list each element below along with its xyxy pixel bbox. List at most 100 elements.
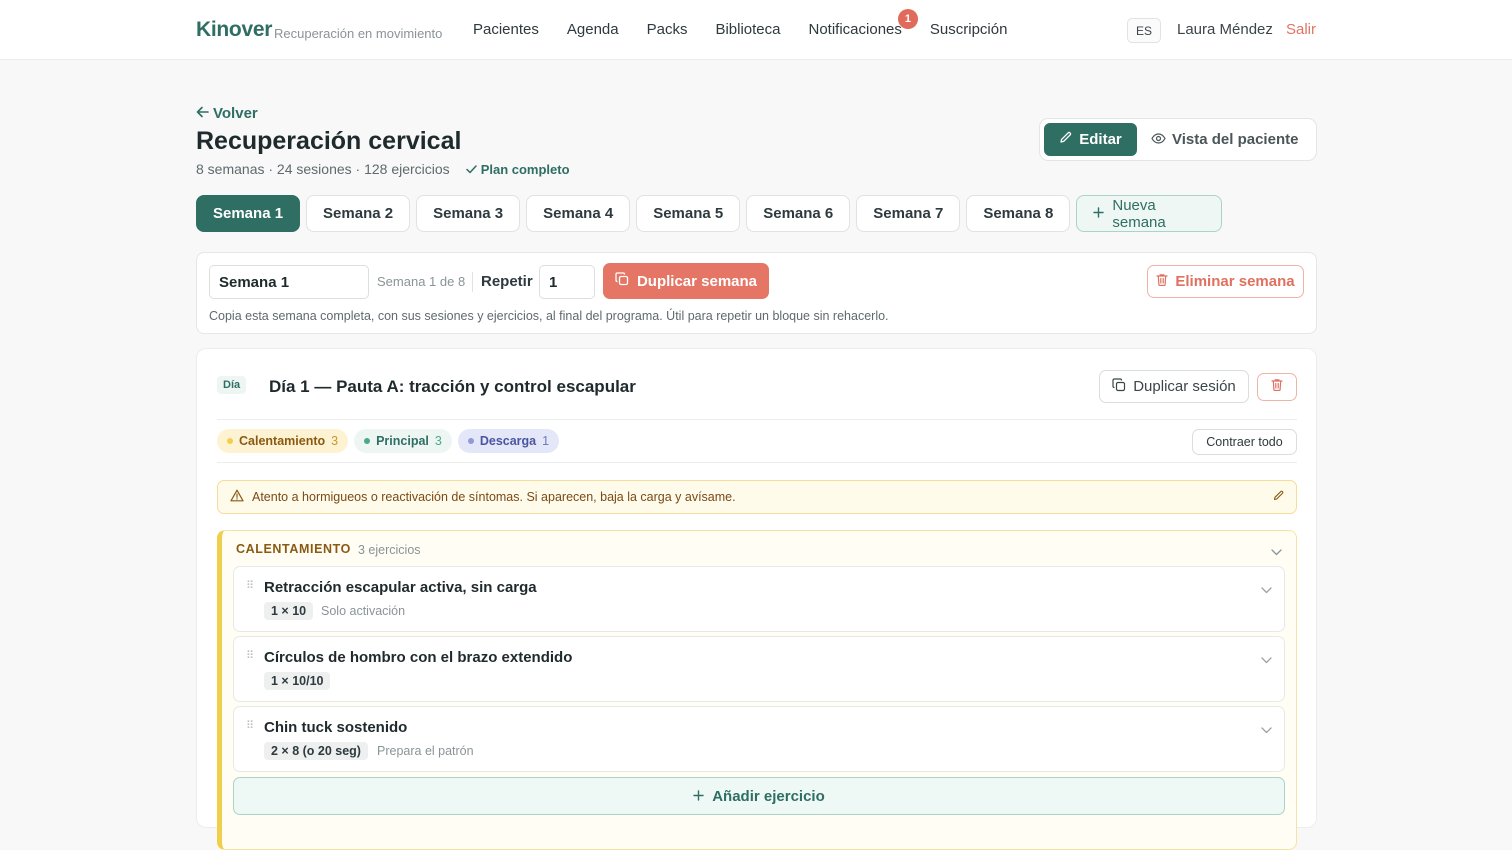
nav-item-biblioteca[interactable]: Biblioteca xyxy=(715,21,780,38)
drag-handle-icon[interactable]: ⠿ xyxy=(246,651,255,662)
edit-note-icon[interactable] xyxy=(1273,490,1284,504)
repeat-input[interactable]: 1 xyxy=(539,265,595,299)
collapse-all-button[interactable]: Contraer todo xyxy=(1192,429,1297,455)
language-selector[interactable]: ES xyxy=(1127,18,1161,43)
delete-week-label: Eliminar semana xyxy=(1175,273,1295,290)
patient-view-button[interactable]: Vista del paciente xyxy=(1151,131,1298,148)
check-icon xyxy=(465,162,477,177)
exercise-block-calentamiento: CALENTAMIENTO 3 ejercicios ⠿ Retracción … xyxy=(217,530,1297,850)
block-count: 3 ejercicios xyxy=(358,543,421,557)
nav-item-agenda[interactable]: Agenda xyxy=(567,21,619,38)
divider xyxy=(217,462,1297,463)
duplicate-week-label: Duplicar semana xyxy=(636,272,758,290)
week-toolbar: Semana 1 Semana 1 de 8 Repetir 1 Duplica… xyxy=(196,252,1317,334)
chevron-down-icon[interactable] xyxy=(1261,651,1272,669)
pencil-icon xyxy=(1059,131,1072,148)
week-tabs: Semana 1 Semana 2 Semana 3 Semana 4 Sema… xyxy=(196,195,1223,232)
nav-item-notificaciones[interactable]: Notificaciones 1 xyxy=(808,9,918,38)
delete-week-button[interactable]: Eliminar semana xyxy=(1147,265,1304,298)
chevron-down-icon[interactable] xyxy=(1261,721,1272,739)
duplicate-session-label: Duplicar sesión xyxy=(1133,378,1236,395)
plan-meta: 8 semanas · 24 sesiones · 128 ejercicios… xyxy=(196,161,570,177)
phase-dot-icon xyxy=(227,438,233,444)
block-title: CALENTAMIENTO xyxy=(236,542,351,556)
duplicate-session-button[interactable]: Duplicar sesión xyxy=(1099,370,1249,403)
patient-view-label: Vista del paciente xyxy=(1172,131,1299,148)
exercise-name: Chin tuck sostenido xyxy=(264,719,408,736)
chevron-down-icon[interactable] xyxy=(1271,543,1282,561)
arrow-left-icon xyxy=(196,105,209,122)
tab-semana-2[interactable]: Semana 2 xyxy=(306,195,411,232)
repeat-label: Repetir xyxy=(481,273,533,290)
phase-count: 3 xyxy=(331,434,339,448)
trash-icon xyxy=(1156,273,1168,290)
plan-status-label: Plan completo xyxy=(480,161,570,177)
exercise-note: Solo activación xyxy=(321,604,406,618)
drag-handle-icon[interactable]: ⠿ xyxy=(246,581,255,592)
phase-pill-descarga[interactable]: Descarga 1 xyxy=(457,429,560,453)
tab-semana-1[interactable]: Semana 1 xyxy=(196,195,301,232)
week-name-input[interactable]: Semana 1 xyxy=(209,265,369,299)
logout-link[interactable]: Salir xyxy=(1286,21,1316,38)
exercise-dose: 2 × 8 (o 20 seg) xyxy=(264,742,368,760)
user-name[interactable]: Laura Méndez xyxy=(1177,21,1273,38)
day-badge: Día xyxy=(217,376,247,394)
phase-count: 1 xyxy=(542,434,550,448)
delete-session-button[interactable] xyxy=(1257,373,1297,401)
nav-item-suscripcion[interactable]: Suscripción xyxy=(930,21,1008,38)
exercise-name: Retracción escapular activa, sin carga xyxy=(264,579,537,596)
header-actions: Editar Vista del paciente xyxy=(1039,118,1317,161)
exercise-item[interactable]: ⠿ Chin tuck sostenido 2 × 8 (o 20 seg) P… xyxy=(233,706,1285,772)
tab-semana-5[interactable]: Semana 5 xyxy=(636,195,741,232)
drag-handle-icon[interactable]: ⠿ xyxy=(246,721,255,732)
duplicate-week-button[interactable]: Duplicar semana xyxy=(603,263,769,299)
exercise-dose: 1 × 10/10 xyxy=(264,672,331,690)
add-exercise-button[interactable]: Añadir ejercicio xyxy=(233,777,1285,815)
session-note: Atento a hormigueos o reactivación de sí… xyxy=(217,480,1297,514)
plan-status-badge: Plan completo xyxy=(465,161,570,177)
tab-semana-8[interactable]: Semana 8 xyxy=(966,195,1071,232)
divider xyxy=(217,419,1297,420)
nav-item-pacientes[interactable]: Pacientes xyxy=(473,21,539,38)
week-help-text: Copia esta semana completa, con sus sesi… xyxy=(209,309,889,323)
nav-item-packs[interactable]: Packs xyxy=(647,21,688,38)
week-position: Semana 1 de 8 xyxy=(377,274,466,289)
tab-semana-4[interactable]: Semana 4 xyxy=(526,195,631,232)
chevron-down-icon[interactable] xyxy=(1261,581,1272,599)
add-exercise-label: Añadir ejercicio xyxy=(712,787,825,805)
plus-icon xyxy=(693,788,704,805)
edit-button[interactable]: Editar xyxy=(1044,123,1137,156)
phase-dot-icon xyxy=(364,438,371,444)
plan-summary: 8 semanas · 24 sesiones · 128 ejercicios xyxy=(196,161,450,177)
phase-label: Calentamiento xyxy=(239,434,326,448)
session-card: Día Día 1 — Pauta A: tracción y control … xyxy=(196,348,1317,850)
plus-icon xyxy=(1093,205,1105,222)
exercise-dose: 1 × 10 xyxy=(264,602,314,620)
copy-icon xyxy=(1112,377,1126,396)
tab-semana-7[interactable]: Semana 7 xyxy=(856,195,961,232)
phase-pill-calentamiento[interactable]: Calentamiento 3 xyxy=(217,429,349,453)
new-week-button[interactable]: Nueva semana xyxy=(1076,195,1223,232)
top-navbar: Kinover Recuperación en movimiento Pacie… xyxy=(0,0,1512,60)
exercise-item[interactable]: ⠿ Retracción escapular activa, sin carga… xyxy=(233,566,1285,632)
copy-icon xyxy=(615,272,629,290)
phase-filters: Calentamiento 3 Principal 3 Descarga 1 xyxy=(217,429,560,453)
back-link[interactable]: Volver xyxy=(196,105,258,122)
nav-item-notificaciones-label: Notificaciones xyxy=(808,21,902,38)
edit-label: Editar xyxy=(1079,131,1122,148)
trash-icon xyxy=(1271,378,1283,396)
new-week-label: Nueva semana xyxy=(1112,196,1166,231)
brand-logo[interactable]: Kinover xyxy=(196,18,272,42)
exercise-name: Círculos de hombro con el brazo extendid… xyxy=(264,649,573,666)
phase-label: Principal xyxy=(376,434,429,448)
tab-semana-6[interactable]: Semana 6 xyxy=(746,195,851,232)
phase-pill-principal[interactable]: Principal 3 xyxy=(354,429,452,453)
phase-dot-icon xyxy=(467,438,474,444)
exercise-item[interactable]: ⠿ Círculos de hombro con el brazo extend… xyxy=(233,636,1285,702)
session-title[interactable]: Día 1 — Pauta A: tracción y control esca… xyxy=(269,377,636,397)
phase-label: Descarga xyxy=(479,434,537,448)
eye-icon xyxy=(1151,131,1166,148)
tab-semana-3[interactable]: Semana 3 xyxy=(416,195,521,232)
brand-tagline: Recuperación en movimiento xyxy=(274,26,443,41)
notification-count-badge: 1 xyxy=(897,9,918,29)
